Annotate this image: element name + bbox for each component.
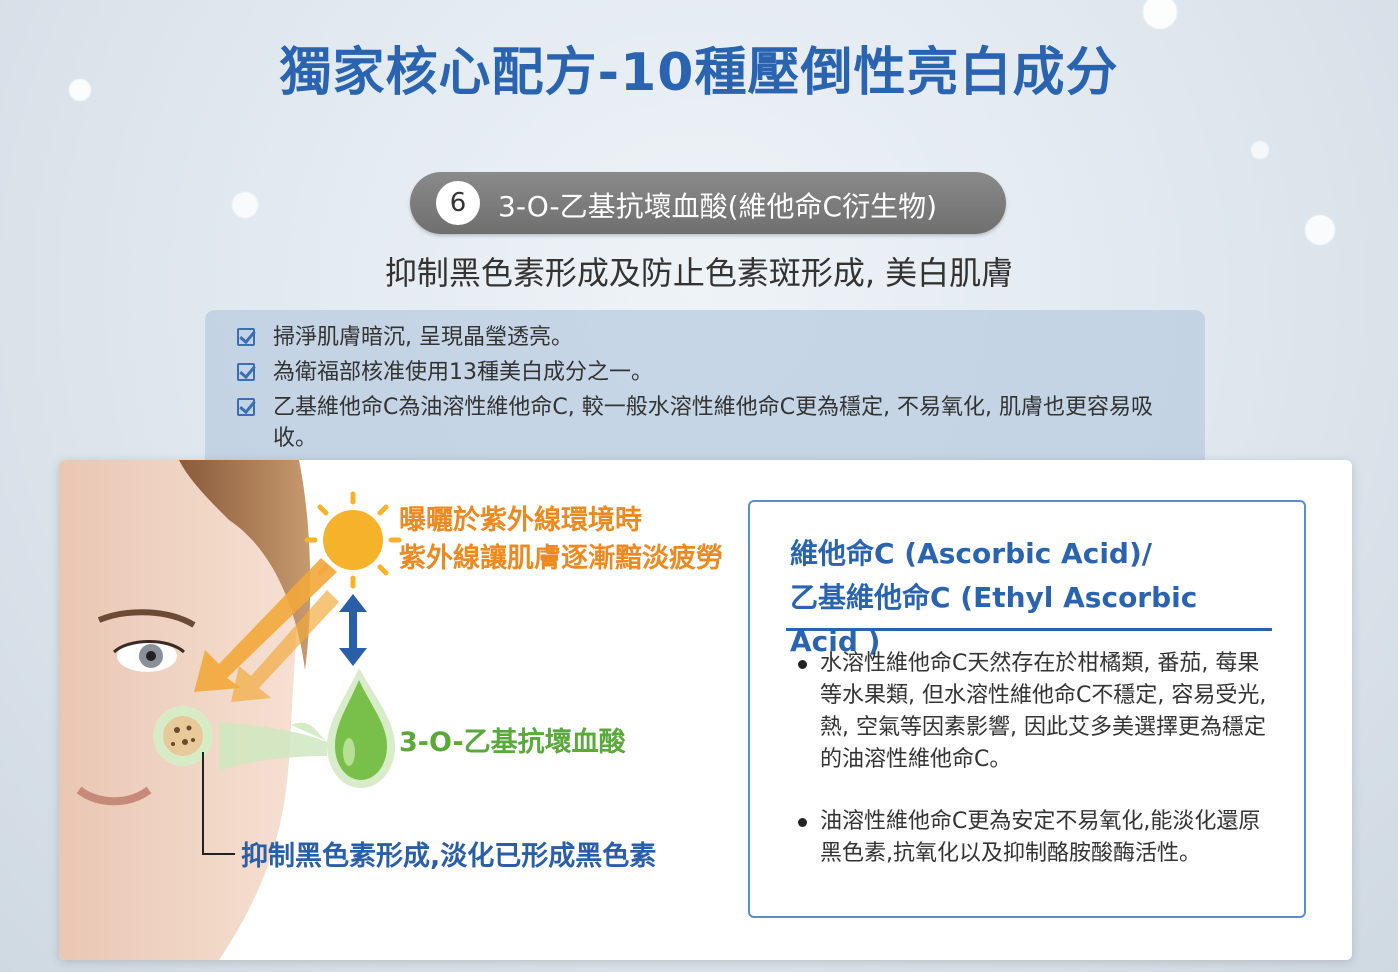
benefit-text: 乙基維他命C為油溶性維他命C, 較一般水溶性維他命C更為穩定, 不易氧化, 肌膚… [273,395,1154,451]
info-item: 油溶性維他命C更為安定不易氧化,能淡化還原黑色素,抗氧化以及抑制酪胺酸酶活性。 [796,806,1276,870]
benefit-item: 為衛福部核准使用13種美白成分之一。 [237,357,1167,388]
ingredient-number: 6 [436,181,480,225]
checkbox-icon [237,398,255,416]
info-title-line: 維他命C (Ascorbic Acid)/ [790,537,1152,570]
benefit-subtitle: 抑制黑色素形成及防止色素斑形成, 美白肌膚 [384,254,1014,292]
bullet-icon [798,818,807,827]
inhibit-label: 抑制黑色素形成,淡化已形成黑色素 [241,841,657,872]
uv-exposure-text: 曝曬於紫外線環境時 [399,505,642,536]
benefit-item: 掃淨肌膚暗沉, 呈現晶瑩透亮。 [237,322,1167,353]
checkbox-icon [237,363,255,381]
bullet-icon [798,660,807,669]
info-title: 維他命C (Ascorbic Acid)/ 乙基維他命C (Ethyl Asco… [790,532,1260,664]
diagram-panel: 曝曬於紫外線環境時 紫外線讓肌膚逐漸黯淡疲勞 3-O-乙基抗壞血酸 抑制黑色素形… [59,460,1352,960]
ingredient-name: 3-O-乙基抗壞血酸(維他命C衍生物) [498,190,938,223]
double-arrow-icon [339,594,367,666]
vitamin-c-info-box: 維他命C (Ascorbic Acid)/ 乙基維他命C (Ethyl Asco… [748,500,1306,918]
page-title: 獨家核心配方-10種壓倒性亮白成分 [279,43,1119,103]
benefit-text: 掃淨肌膚暗沉, 呈現晶瑩透亮。 [273,325,573,350]
info-item: 水溶性維他命C天然存在於柑橘類, 番茄, 莓果等水果類, 但水溶性維他命C不穩定… [796,648,1276,776]
divider [786,628,1272,631]
ingredient-label: 3-O-乙基抗壞血酸 [399,727,626,758]
benefit-text: 為衛福部核准使用13種美白成分之一。 [273,360,653,385]
benefit-item: 乙基維他命C為油溶性維他命C, 較一般水溶性維他命C更為穩定, 不易氧化, 肌膚… [237,392,1167,454]
ingredient-badge: 6 3-O-乙基抗壞血酸(維他命C衍生物) [410,172,1006,234]
uv-ray-arrows [194,558,339,702]
info-text: 油溶性維他命C更為安定不易氧化,能淡化還原黑色素,抗氧化以及抑制酪胺酸酶活性。 [820,809,1261,866]
info-text: 水溶性維他命C天然存在於柑橘類, 番茄, 莓果等水果類, 但水溶性維他命C不穩定… [820,651,1267,772]
checkbox-icon [237,328,255,346]
uv-effect-text: 紫外線讓肌膚逐漸黯淡疲勞 [399,543,723,574]
